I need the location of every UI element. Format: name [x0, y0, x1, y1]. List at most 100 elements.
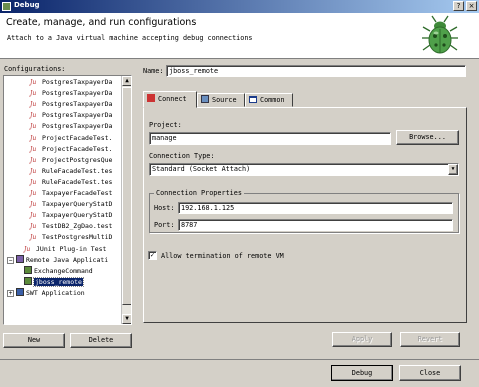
junit-icon: Ju: [30, 167, 37, 175]
junit-icon: Ju: [30, 212, 37, 220]
swt-icon: [16, 287, 24, 296]
tree-item[interactable]: Ju RuleFacadeTest.tes: [30, 166, 112, 177]
tree-item-label: RuleFacadeTest.tes: [42, 177, 113, 186]
tab-common[interactable]: Common: [245, 93, 293, 107]
tree-item-label: RuleFacadeTest.tes: [42, 166, 113, 175]
tree-item-label: ProjectPostgresQue: [42, 155, 113, 164]
junit-icon: Ju: [30, 201, 37, 209]
connection-type-select[interactable]: Standard (Socket Attach) ▼: [149, 163, 459, 176]
dialog-header: Create, manage, and run configurations A…: [0, 13, 479, 59]
tree-item[interactable]: ExchangeCommand: [24, 265, 93, 277]
name-field[interactable]: jboss_remote: [166, 65, 466, 77]
host-field[interactable]: 192.168.1.125: [178, 202, 453, 214]
junit-icon: Ju: [30, 190, 37, 197]
tree-item-label: TestDB2_ZgDao.test: [42, 222, 113, 231]
expand-icon[interactable]: +: [7, 289, 14, 297]
tree-item-label: PostgresTaxpayerDa: [42, 111, 113, 120]
host-label: Host:: [154, 204, 175, 212]
junit-icon: Ju: [30, 112, 37, 120]
chevron-down-icon[interactable]: ▼: [448, 164, 458, 175]
tree-item-label: ExchangeCommand: [34, 266, 93, 275]
tree-item-label: SWT Application: [26, 288, 85, 297]
tree-item-label: Remote Java Applicati: [26, 255, 109, 264]
port-field[interactable]: 8787: [178, 219, 453, 231]
tree-item[interactable]: SWT Application: [16, 287, 85, 299]
configurations-tree[interactable]: Ju PostgresTaxpayerDa Ju PostgresTaxpayerDa…: [3, 75, 132, 325]
window-title: Debug: [14, 1, 40, 9]
tree-item-label: TaxpayerFacadeTest: [42, 189, 113, 197]
tree-item[interactable]: jboss_remote: [24, 276, 84, 288]
revert-button[interactable]: Revert: [400, 332, 460, 347]
junit-icon: Ju: [30, 134, 37, 142]
help-button[interactable]: ?: [453, 1, 464, 11]
tree-item[interactable]: Ju PostgresTaxpayerDa: [30, 110, 112, 121]
junit-icon: Ju: [30, 234, 37, 242]
project-label: Project:: [149, 121, 182, 129]
tree-item-label: PostgresTaxpayerDa: [42, 89, 113, 98]
configurations-label: Configurations:: [4, 65, 66, 73]
apply-button[interactable]: Apply: [332, 332, 392, 347]
tree-item[interactable]: Remote Java Applicati: [16, 254, 109, 266]
junit-icon: Ju: [30, 123, 37, 131]
tree-item[interactable]: Ju RuleFacadeTest.tes: [30, 177, 112, 188]
debug-bug-icon: [422, 15, 458, 54]
tab-source[interactable]: Source: [197, 93, 245, 107]
tree-item-label: TestPostgresMultiD: [42, 233, 113, 242]
tree-item[interactable]: Ju PostgresTaxpayerDa: [30, 121, 112, 132]
footer-divider: [0, 359, 479, 360]
tree-item[interactable]: Ju TaxpayerQueryStatD: [30, 199, 112, 210]
port-label: Port:: [154, 221, 175, 229]
connect-icon: [147, 94, 155, 102]
tab-connect[interactable]: Connect: [143, 91, 197, 108]
allow-termination-checkbox[interactable]: ✓: [148, 251, 157, 260]
junit-icon: Ju: [30, 178, 37, 186]
scroll-thumb[interactable]: [122, 87, 131, 305]
browse-button[interactable]: Browse...: [396, 130, 459, 145]
tree-item[interactable]: Ju PostgresTaxpayerDa: [30, 88, 112, 99]
junit-plugin-icon: Ju: [24, 245, 31, 253]
tree-item-label: PostgresTaxpayerDa: [42, 100, 113, 109]
tree-item[interactable]: Ju TestPostgresMultiD: [30, 232, 112, 243]
tree-item-label: ProjectFacadeTest.: [42, 144, 113, 153]
tree-item-label: TaxpayerQueryStatD: [42, 200, 113, 209]
common-icon: [249, 96, 257, 103]
tree-item[interactable]: Ju JUnit Plug-in Test: [24, 244, 106, 255]
delete-button[interactable]: Delete: [70, 333, 132, 348]
junit-icon: Ju: [30, 101, 37, 109]
tree-item[interactable]: Ju PostgresTaxpayerDa: [30, 99, 112, 110]
window-icon: [2, 2, 11, 11]
tree-item-label: TaxpayerQueryStatD: [42, 211, 113, 220]
scroll-up-button[interactable]: ▲: [122, 76, 131, 86]
collapse-icon[interactable]: −: [7, 256, 14, 264]
junit-icon: Ju: [30, 223, 37, 231]
connection-type-label: Connection Type:: [149, 152, 215, 160]
close-button[interactable]: Close: [399, 365, 461, 381]
tree-item[interactable]: Ju TestDB2_ZgDao.test: [30, 221, 112, 232]
tree-scrollbar[interactable]: ▲ ▼: [121, 76, 131, 324]
tree-item-label: PostgresTaxpayerDa: [42, 122, 113, 131]
tree-item-label: PostgresTaxpayerDa: [42, 78, 113, 86]
tree-item-label: ProjectFacadeTest.: [42, 133, 113, 142]
junit-icon: Ju: [30, 79, 37, 86]
tree-item[interactable]: Ju ProjectPostgresQue: [30, 155, 112, 166]
name-label: Name:: [143, 67, 164, 75]
close-window-button[interactable]: ×: [466, 1, 477, 11]
project-field[interactable]: manage: [149, 132, 391, 145]
header-subtitle: Attach to a Java virtual machine accepti…: [7, 34, 253, 42]
junit-icon: Ju: [30, 156, 37, 164]
allow-termination-label: Allow termination of remote VM: [161, 252, 284, 260]
tree-item[interactable]: Ju PostgresTaxpayerDa: [30, 77, 112, 88]
tree-item[interactable]: Ju ProjectFacadeTest.: [30, 133, 112, 144]
scroll-down-button[interactable]: ▼: [122, 314, 131, 324]
debug-config-icon: [24, 276, 32, 285]
source-icon: [201, 95, 209, 103]
debug-button[interactable]: Debug: [331, 365, 393, 381]
junit-icon: Ju: [30, 145, 37, 153]
new-button[interactable]: New: [3, 333, 65, 348]
tree-item-label: jboss_remote: [33, 276, 84, 287]
connection-properties-label: Connection Properties: [154, 189, 244, 197]
tree-item[interactable]: Ju TaxpayerFacadeTest: [30, 188, 112, 199]
tree-item[interactable]: Ju ProjectFacadeTest.: [30, 144, 112, 155]
tree-item[interactable]: Ju TaxpayerQueryStatD: [30, 210, 112, 221]
header-title: Create, manage, and run configurations: [6, 17, 197, 28]
